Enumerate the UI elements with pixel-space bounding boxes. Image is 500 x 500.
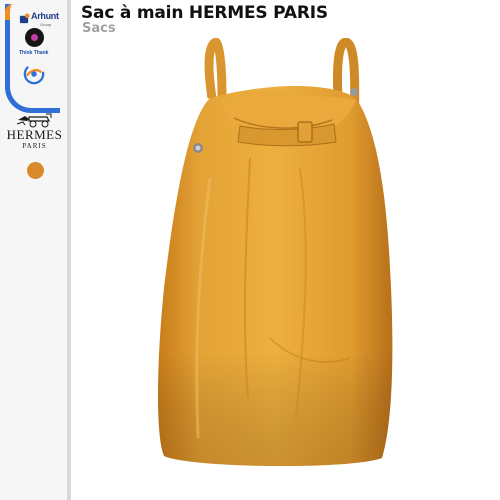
product-image[interactable] (150, 38, 400, 500)
product-title: Sac à main HERMES PARIS (81, 3, 328, 23)
carriage-logo-icon (16, 113, 51, 128)
think-thank-label: Think Thank (19, 50, 49, 56)
hermes-wordmark: HERMES (6, 127, 63, 142)
arhunt-logo[interactable]: Arhunt Group (16, 6, 62, 32)
color-swatch[interactable] (27, 162, 44, 179)
arhunt-mark-icon (19, 13, 30, 24)
think-thank-logo-icon[interactable] (25, 28, 44, 47)
hermes-logo[interactable]: HERMES PARIS (3, 112, 66, 151)
left-sidebar: Arhunt Group Think Thank HERMES PARIS (0, 0, 71, 500)
paris-wordmark: PARIS (22, 142, 47, 150)
product-category-link[interactable]: Sacs (82, 21, 116, 36)
brand-name: Arhunt (31, 11, 59, 21)
handshake-icon[interactable] (23, 63, 45, 85)
brand-tagline: Group (40, 22, 52, 27)
